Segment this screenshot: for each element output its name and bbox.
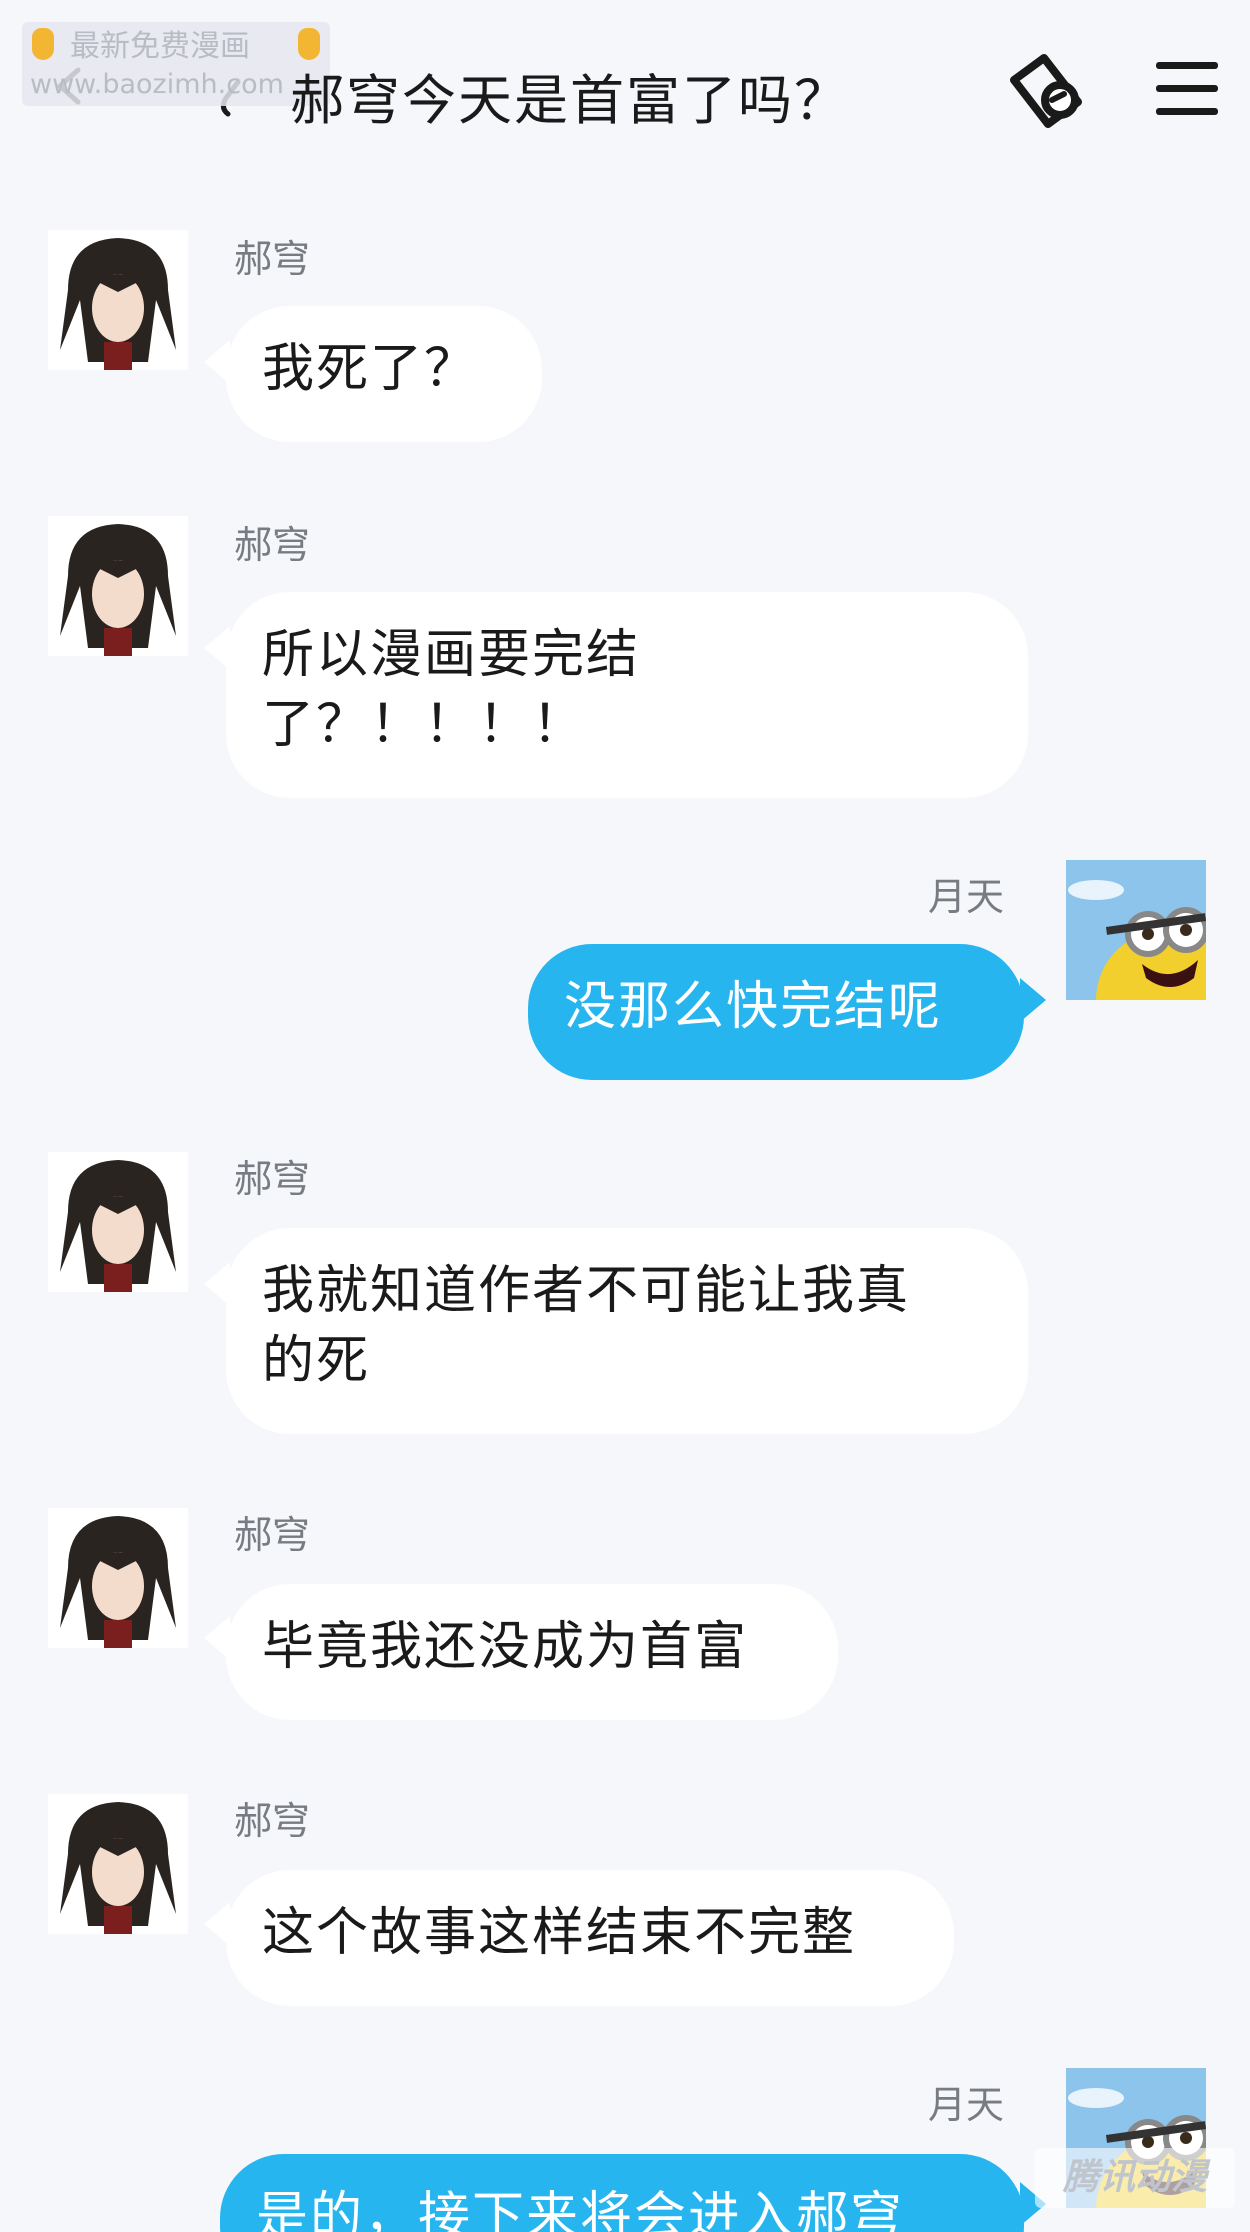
avatar-yuetian[interactable]	[1066, 860, 1206, 1000]
chat-title: 郝穹今天是首富了吗？	[290, 69, 850, 132]
ticket-link-icon[interactable]	[1000, 50, 1096, 130]
publisher-logo: 腾讯动漫	[1035, 2148, 1235, 2208]
sender-name: 月天	[928, 2083, 1005, 2127]
watermark-url: www.baozimh.com	[30, 69, 284, 100]
message-bubble[interactable]: 这个故事这样结束不完整	[226, 1870, 954, 2006]
watermark-title: 最新免费漫画	[70, 29, 250, 64]
sender-name: 郝穹	[234, 523, 311, 567]
avatar-haoqiong[interactable]	[48, 516, 188, 656]
avatar-haoqiong[interactable]	[48, 1794, 188, 1934]
message-bubble[interactable]: 我就知道作者不可能让我真 的死	[226, 1228, 1028, 1434]
message-bubble[interactable]: 我死了？	[226, 306, 542, 442]
sender-name: 郝穹	[234, 1513, 311, 1557]
pointing-finger-icon	[32, 28, 54, 60]
sender-name: 郝穹	[234, 1157, 311, 1201]
avatar-haoqiong[interactable]	[48, 230, 188, 370]
message-bubble[interactable]: 没那么快完结呢	[528, 944, 1024, 1080]
site-watermark: 最新免费漫画 www.baozimh.com	[22, 22, 330, 106]
chat-screen: 最新免费漫画 www.baozimh.com 郝穹今天是首富了吗？ 郝穹 我死了…	[0, 0, 1250, 2232]
message-bubble[interactable]: 毕竟我还没成为首富	[226, 1584, 838, 1720]
menu-icon[interactable]	[1156, 62, 1218, 118]
chat-header: 最新免费漫画 www.baozimh.com 郝穹今天是首富了吗？	[0, 0, 1250, 180]
avatar-haoqiong[interactable]	[48, 1152, 188, 1292]
message-bubble[interactable]: 是的，接下来将会进入郝穹	[220, 2154, 1024, 2232]
sender-name: 郝穹	[234, 237, 311, 281]
avatar-haoqiong[interactable]	[48, 1508, 188, 1648]
sender-name: 月天	[928, 875, 1005, 919]
message-bubble[interactable]: 所以漫画要完结 了？！！！！	[226, 592, 1028, 798]
sender-name: 郝穹	[234, 1799, 311, 1843]
bubble-tail	[1020, 978, 1046, 1022]
